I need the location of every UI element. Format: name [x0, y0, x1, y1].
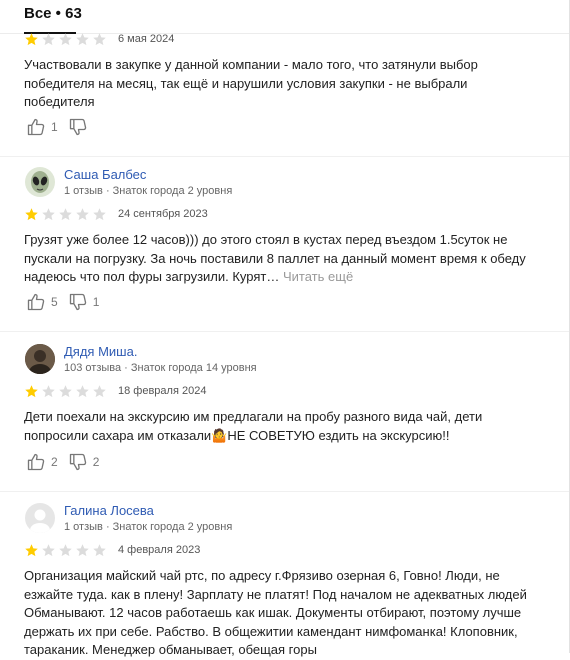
star-filled-icon — [25, 385, 38, 398]
star-empty-icon — [93, 544, 106, 557]
star-empty-icon — [42, 208, 55, 221]
like-count: 1 — [51, 120, 58, 134]
alien-face-icon[interactable] — [25, 167, 55, 197]
thumbs-up-icon — [27, 293, 45, 311]
review-actions: 5 1 — [26, 292, 105, 312]
dislike-button[interactable]: 2 — [68, 452, 100, 472]
star-empty-icon — [59, 544, 72, 557]
thumbs-up-icon — [27, 453, 45, 471]
star-filled-icon — [25, 544, 38, 557]
thumbs-down-icon — [69, 118, 86, 136]
dislike-count: 1 — [92, 295, 100, 309]
star-empty-icon — [76, 385, 89, 398]
review-text: Грузят уже более 12 часов))) до этого ст… — [24, 231, 534, 287]
review-date: 6 мая 2024 — [118, 33, 175, 45]
star-empty-icon — [59, 385, 72, 398]
thumbs-up-icon — [27, 118, 45, 136]
star-empty-icon — [76, 208, 89, 221]
review-actions: 1 — [26, 117, 99, 137]
star-empty-icon — [93, 33, 106, 46]
author-meta: 103 отзыва · Знаток города 14 уровня — [64, 362, 257, 374]
dislike-button[interactable] — [68, 117, 93, 137]
review-divider — [0, 331, 570, 332]
dislike-button[interactable]: 1 — [68, 292, 100, 312]
review-date: 24 сентября 2023 — [118, 208, 208, 220]
read-more-link[interactable]: Читать ещё — [283, 269, 353, 284]
star-filled-icon — [25, 208, 38, 221]
author-meta: 1 отзыв · Знаток города 2 уровня — [64, 521, 233, 533]
star-empty-icon — [93, 385, 106, 398]
star-empty-icon — [59, 208, 72, 221]
tab-all-reviews[interactable]: Все • 63 — [24, 5, 82, 22]
review-body: Участвовали в закупке у данной компании … — [24, 57, 478, 109]
star-empty-icon — [42, 544, 55, 557]
review-divider — [0, 491, 570, 492]
author-name[interactable]: Саша Балбес — [64, 167, 146, 182]
review-text: Участвовали в закупке у данной компании … — [24, 56, 534, 112]
dislike-count: 2 — [92, 455, 100, 469]
rating-stars — [24, 32, 107, 47]
author-meta: 1 отзыв · Знаток города 2 уровня — [64, 185, 233, 197]
thumbs-down-icon — [69, 293, 86, 311]
review-actions: 2 2 — [26, 452, 105, 472]
like-button[interactable]: 2 — [26, 452, 58, 472]
review-date: 4 февраля 2023 — [118, 544, 201, 556]
like-button[interactable]: 1 — [26, 117, 58, 137]
default-user-icon[interactable] — [25, 503, 55, 533]
star-empty-icon — [42, 33, 55, 46]
rating-stars — [24, 384, 107, 399]
rating-stars — [24, 207, 107, 222]
like-count: 5 — [51, 295, 58, 309]
review-text: Организация майский чай ртс, по адресу г… — [24, 567, 534, 660]
star-empty-icon — [59, 33, 72, 46]
rating-stars — [24, 543, 107, 558]
thumbs-down-icon — [69, 453, 86, 471]
tab-bar: Все • 63 — [0, 0, 570, 36]
photo-avatar[interactable] — [25, 344, 55, 374]
star-empty-icon — [93, 208, 106, 221]
review-body: Дети поехали на экскурсию им предлагали … — [24, 409, 483, 443]
star-empty-icon — [76, 544, 89, 557]
like-count: 2 — [51, 455, 58, 469]
review-date: 18 февраля 2024 — [118, 385, 207, 397]
review-divider — [0, 156, 570, 157]
star-empty-icon — [76, 33, 89, 46]
review-text: Дети поехали на экскурсию им предлагали … — [24, 408, 534, 445]
author-name[interactable]: Галина Лосева — [64, 503, 154, 518]
review-body: Грузят уже более 12 часов))) до этого ст… — [24, 232, 526, 284]
like-button[interactable]: 5 — [26, 292, 58, 312]
author-name[interactable]: Дядя Миша. — [64, 344, 137, 359]
review-body: Организация майский чай ртс, по адресу г… — [24, 568, 527, 657]
star-filled-icon — [25, 33, 38, 46]
star-empty-icon — [42, 385, 55, 398]
